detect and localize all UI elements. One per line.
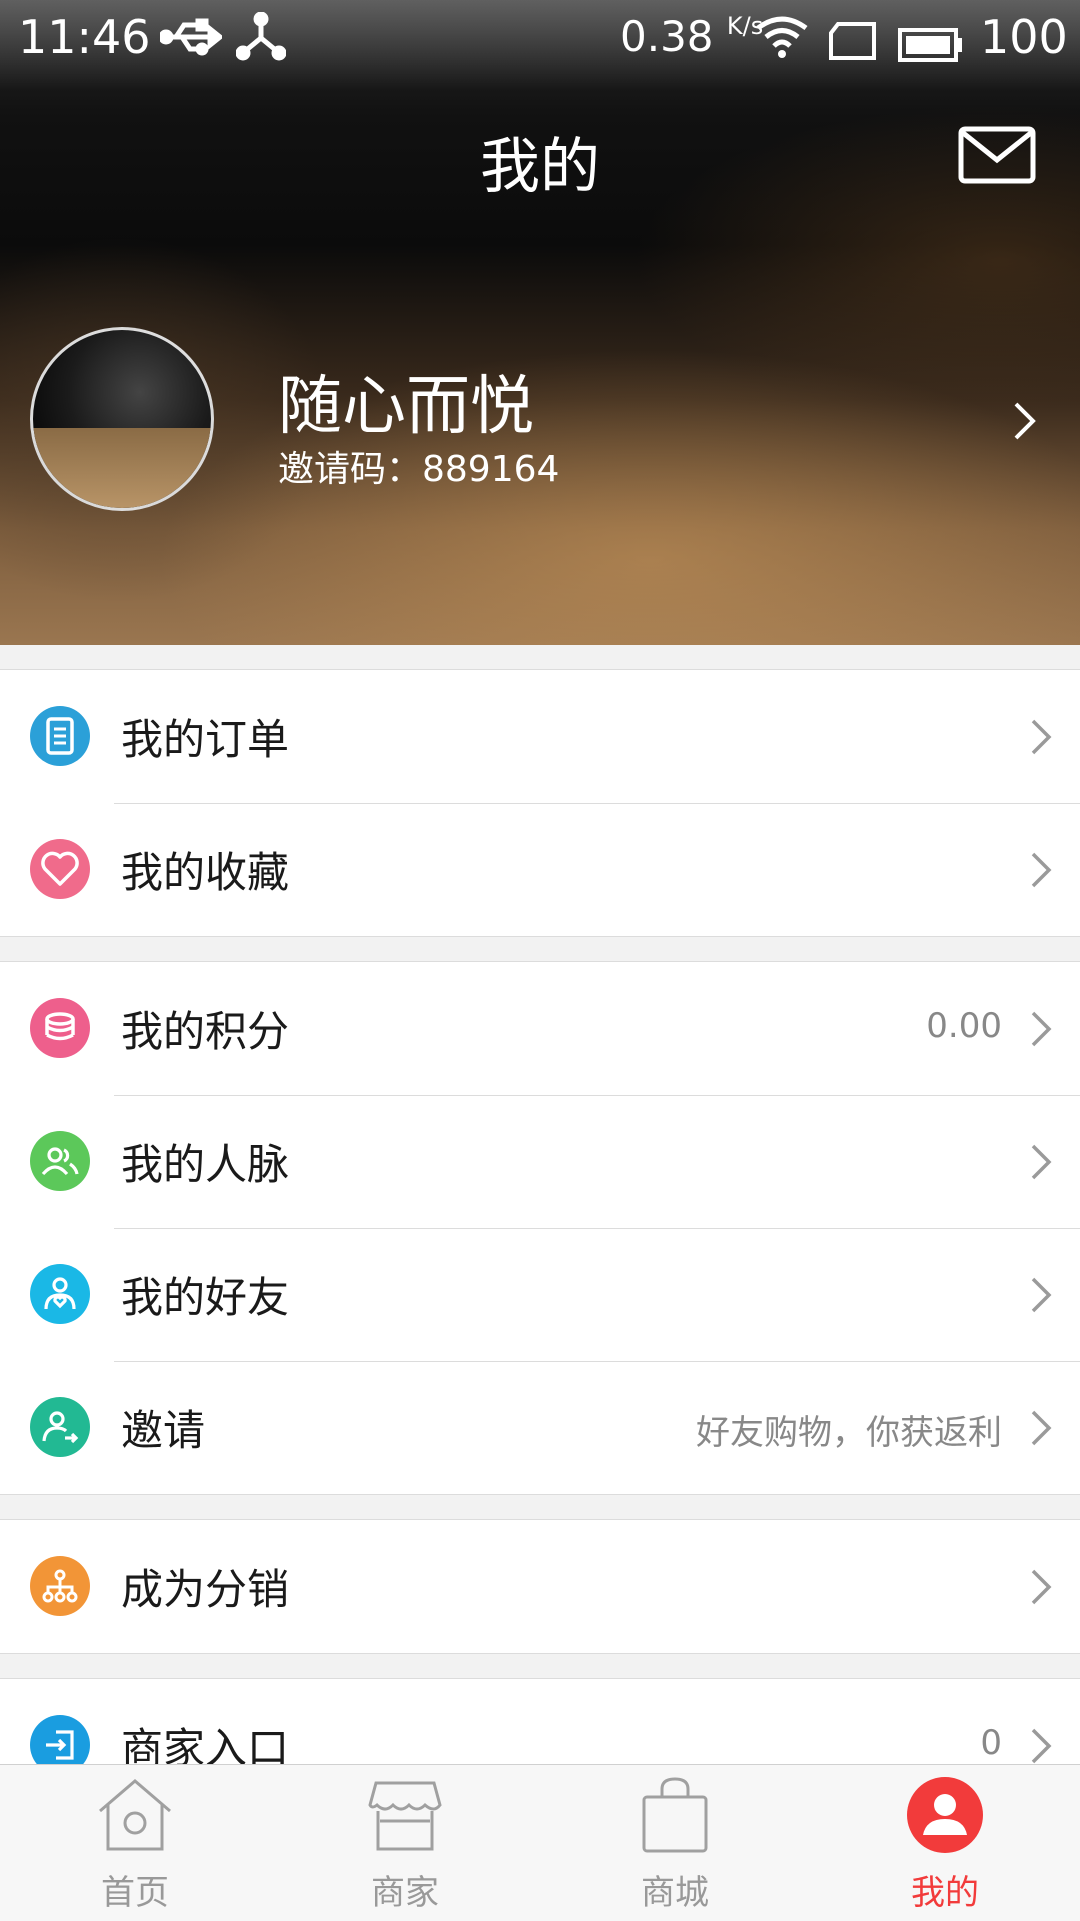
- menu-item-label: 我的好友: [121, 1273, 290, 1322]
- coins-icon: [30, 998, 90, 1058]
- menu-item-distribution[interactable]: 成为分销: [0, 1520, 1080, 1653]
- chevron-right-icon[interactable]: [1012, 400, 1038, 446]
- menu-group-merchant: 商家入口 0: [0, 1678, 1080, 1765]
- menu-item-favorites[interactable]: 我的收藏: [0, 803, 1080, 936]
- tab-mine[interactable]: 我的: [810, 1765, 1080, 1921]
- user-arrow-icon: [30, 1397, 90, 1457]
- menu-list: 我的订单 我的收藏 我的积分 0.00 我的人脉 我的好友 邀请 好友购物，你获…: [0, 645, 1080, 1765]
- people-icon: [30, 1131, 90, 1191]
- message-button[interactable]: [958, 126, 1036, 188]
- network-icon: [30, 1556, 90, 1616]
- friend-icon: [30, 1264, 90, 1324]
- points-value: 0.00: [926, 1006, 1002, 1046]
- menu-item-label: 我的收藏: [121, 848, 290, 897]
- tab-label: 商城: [641, 1873, 709, 1913]
- tab-merchants[interactable]: 商家: [270, 1765, 540, 1921]
- tab-label: 商家: [371, 1873, 439, 1913]
- menu-item-points[interactable]: 我的积分 0.00: [0, 962, 1080, 1095]
- chevron-right-icon: [1030, 718, 1052, 760]
- mail-icon: [958, 126, 1036, 184]
- sim-icon: [828, 18, 878, 72]
- tether-icon: [235, 11, 287, 73]
- tab-mall[interactable]: 商城: [540, 1765, 810, 1921]
- enter-icon: [30, 1715, 90, 1765]
- invite-code: 邀请码：889164: [278, 449, 560, 490]
- menu-group-distribution: 成为分销: [0, 1519, 1080, 1654]
- home-icon: [96, 1775, 174, 1859]
- tab-label: 首页: [101, 1873, 169, 1913]
- heart-icon: [30, 839, 90, 899]
- battery-level: 100: [980, 10, 1068, 64]
- user-icon: [906, 1775, 984, 1859]
- menu-item-label: 我的人脉: [121, 1140, 290, 1189]
- status-time: 11:46: [18, 10, 151, 64]
- menu-item-contacts[interactable]: 我的人脉: [0, 1095, 1080, 1228]
- menu-item-label: 我的积分: [121, 1007, 290, 1056]
- menu-item-label: 我的订单: [121, 715, 290, 764]
- menu-group-account: 我的积分 0.00 我的人脉 我的好友 邀请 好友购物，你获返利: [0, 961, 1080, 1495]
- usb-icon: [158, 14, 225, 68]
- chevron-right-icon: [1030, 1409, 1052, 1451]
- menu-item-label: 成为分销: [121, 1565, 290, 1614]
- chevron-right-icon: [1030, 1276, 1052, 1318]
- network-speed-value: 0.38: [620, 12, 714, 61]
- tab-home[interactable]: 首页: [0, 1765, 270, 1921]
- bottom-tab-bar: 首页 商家 商城 我的: [0, 1764, 1080, 1921]
- chevron-right-icon: [1030, 1568, 1052, 1610]
- avatar[interactable]: [30, 327, 214, 511]
- invite-hint: 好友购物，你获返利: [696, 1413, 1002, 1453]
- menu-item-invite[interactable]: 邀请 好友购物，你获返利: [0, 1361, 1080, 1494]
- menu-group-orders: 我的订单 我的收藏: [0, 669, 1080, 937]
- network-speed: 0.38 K/s: [620, 12, 763, 61]
- chevron-right-icon: [1030, 1727, 1052, 1765]
- tab-label: 我的: [911, 1873, 979, 1913]
- page-title: 我的: [480, 132, 600, 202]
- battery-icon: [898, 20, 964, 74]
- menu-item-label: 商家入口: [121, 1724, 290, 1765]
- menu-item-friends[interactable]: 我的好友: [0, 1228, 1080, 1361]
- document-icon: [30, 706, 90, 766]
- menu-item-label: 邀请: [121, 1406, 206, 1455]
- chevron-right-icon: [1030, 851, 1052, 893]
- status-bar: 11:46 0.38 K/s 100: [0, 0, 1080, 80]
- shop-icon: [366, 1775, 444, 1859]
- bag-icon: [636, 1775, 714, 1859]
- merchant-entry-count: 0: [980, 1723, 1002, 1763]
- menu-item-merchant-entry[interactable]: 商家入口 0: [0, 1679, 1080, 1765]
- wifi-icon: [756, 16, 808, 71]
- chevron-right-icon: [1030, 1010, 1052, 1052]
- chevron-right-icon: [1030, 1143, 1052, 1185]
- menu-item-orders[interactable]: 我的订单: [0, 670, 1080, 803]
- profile-header: 11:46 0.38 K/s 100 我的 随心而悦 邀请码：889164: [0, 0, 1080, 645]
- user-name[interactable]: 随心而悦: [278, 355, 534, 447]
